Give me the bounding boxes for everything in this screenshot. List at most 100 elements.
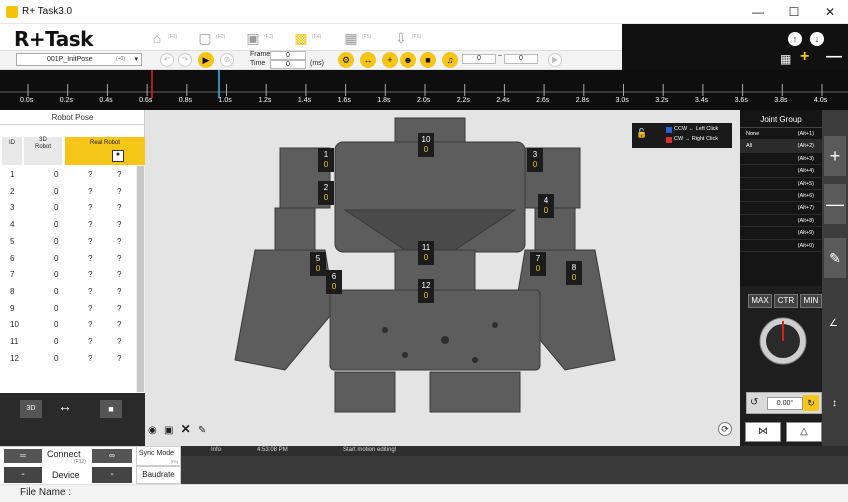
stop-button[interactable]: ⊘ — [220, 53, 234, 67]
device-label[interactable]: Device — [52, 470, 80, 480]
home-icon[interactable]: ⌂ — [148, 29, 166, 47]
cross-icon[interactable]: ✕ — [181, 422, 191, 436]
3d-viewport[interactable] — [145, 110, 740, 446]
joint-group-row[interactable]: (Alt+7) — [740, 202, 822, 215]
joint-label[interactable]: 60 — [326, 270, 342, 294]
maximize-button[interactable]: ☐ — [776, 0, 812, 24]
joint-group-row[interactable]: All (Alt+2) — [740, 140, 822, 153]
max-button[interactable]: MAX — [748, 294, 772, 308]
min-button[interactable]: MIN — [800, 294, 822, 308]
pose-row[interactable]: 6 0?? — [0, 251, 136, 268]
timeline[interactable] — [0, 70, 848, 110]
robot-face-icon[interactable]: ☻ — [400, 52, 416, 68]
undo-button[interactable]: ↶ — [160, 53, 174, 67]
angle-dial[interactable] — [758, 316, 808, 366]
cw-step-icon[interactable]: ↻ — [803, 395, 819, 411]
joint-label[interactable]: 10 0 — [418, 133, 434, 157]
pose-row[interactable]: 5 0?? — [0, 234, 136, 251]
plus-icon[interactable]: + — [382, 52, 398, 68]
close-button[interactable]: ✕ — [812, 0, 848, 24]
angle-icon[interactable]: ∠ — [829, 318, 838, 329]
joint-group-row[interactable]: None (Alt+1) — [740, 128, 822, 141]
connect-label[interactable]: Connect — [47, 449, 81, 459]
play-button[interactable]: ▶ — [198, 52, 214, 68]
ctr-button[interactable]: CTR — [774, 294, 798, 308]
joint-group-row[interactable]: (Alt+6) — [740, 190, 822, 203]
joint-label[interactable]: 80 — [566, 261, 582, 285]
reset-view-icon[interactable]: ⟳ — [718, 422, 732, 436]
record-icon[interactable]: ▣ — [244, 29, 262, 47]
joint-label[interactable]: 20 — [318, 181, 334, 205]
mirror-icon[interactable]: ↔ — [360, 52, 376, 68]
pose-row[interactable]: 3 0?? — [0, 200, 136, 217]
sync-mode-button[interactable]: Sync Mode (F5) — [136, 446, 181, 466]
joint-group-shortcut: (Alt+4) — [797, 168, 814, 175]
motion-select[interactable]: 001P_InitPose (+0) ▾ — [16, 53, 142, 66]
camera-icon[interactable]: ◉ — [148, 425, 157, 436]
joint-label[interactable]: 70 — [530, 252, 546, 276]
upload-icon[interactable]: ↑ — [788, 32, 802, 46]
symmetry-button[interactable]: △ — [786, 422, 822, 442]
ccw-step-icon[interactable]: ↺ — [750, 397, 758, 408]
joint-group-row[interactable]: (Alt+3) — [740, 153, 822, 166]
film-icon[interactable]: ▩ — [292, 29, 310, 47]
joint-label[interactable]: 40 — [538, 194, 554, 218]
header-real-robot[interactable]: Real Robot — [65, 137, 145, 165]
joint-group-row[interactable]: (Alt+4) — [740, 165, 822, 178]
play-range-button[interactable]: ▶ — [548, 53, 562, 67]
connect-plug-icon[interactable]: ═ — [4, 449, 42, 463]
link-icon[interactable]: ∞ — [92, 449, 132, 463]
robot-icon[interactable]: ■ — [420, 52, 436, 68]
pose-row[interactable]: 7 0?? — [0, 267, 136, 284]
remove-group-button[interactable]: — — [824, 184, 846, 224]
redo-button[interactable]: ↷ — [178, 53, 192, 67]
pose-row[interactable]: 9 0?? — [0, 301, 136, 318]
page-field-a[interactable]: 0 — [462, 54, 496, 64]
download-circle-icon[interactable]: ↓ — [810, 32, 824, 46]
time-field[interactable]: 0 — [270, 60, 306, 69]
add-icon[interactable]: + — [800, 48, 809, 66]
calendar-icon[interactable]: ▦ — [780, 52, 791, 66]
joint-label[interactable]: 12 0 — [418, 279, 434, 303]
pose-row[interactable]: 1 0?? — [0, 167, 136, 184]
pose-row[interactable]: 8 0?? — [0, 284, 136, 301]
pose-row[interactable]: 12 0?? — [0, 351, 136, 368]
page-field-b[interactable]: 0 — [504, 54, 538, 64]
joint-label[interactable]: 10 — [318, 148, 334, 172]
3d-robot-button[interactable]: 3D — [20, 400, 42, 418]
remove-icon[interactable]: — — [826, 48, 842, 66]
joint-group-row[interactable]: (Alt+9) — [740, 227, 822, 240]
pose-row[interactable]: 10 0?? — [0, 317, 136, 334]
pencil-icon[interactable]: ✎ — [198, 425, 206, 436]
angle-field[interactable]: 0.00° — [767, 397, 803, 410]
pose-row[interactable]: 4 0?? — [0, 217, 136, 234]
pose-scrollbar-thumb[interactable] — [137, 166, 144, 392]
baudrate-button[interactable]: Baudrate — [136, 466, 181, 484]
add-group-button[interactable]: + — [824, 136, 846, 176]
download-icon[interactable]: ⇩ — [392, 29, 410, 47]
joint-group-row[interactable]: (Alt+8) — [740, 215, 822, 228]
sync-arrow-icon[interactable]: ↔ — [58, 398, 72, 414]
joint-group-row[interactable]: (Alt+5) — [740, 178, 822, 190]
music-note-icon[interactable]: ♫ — [442, 52, 458, 68]
joint-group-row[interactable]: (Alt+0) — [740, 240, 822, 252]
joint-label[interactable]: 11 0 — [418, 241, 434, 265]
frame-field[interactable]: 0 — [270, 51, 306, 60]
angle-stepper[interactable]: ↺ 0.00° ↻ — [746, 392, 822, 414]
motion-select-value: 001P_InitPose — [47, 56, 93, 63]
clapper-icon[interactable]: ▦ — [342, 29, 360, 47]
real-robot-button[interactable]: ■ — [100, 400, 122, 418]
edit-group-button[interactable]: ✎ — [824, 238, 846, 278]
joint-label[interactable]: 50 — [310, 252, 326, 276]
pose-row[interactable]: 2 0?? — [0, 184, 136, 201]
motion-icon[interactable]: ▢ — [196, 29, 214, 47]
joint-label[interactable]: 30 — [527, 148, 543, 172]
mirror-pose-button[interactable]: ⋈ — [745, 422, 781, 442]
lock-icon[interactable]: 🔓 — [636, 128, 647, 139]
minimize-button[interactable]: — — [740, 0, 776, 24]
cube-icon[interactable]: ▣ — [164, 425, 173, 436]
pose-row[interactable]: 11 0?? — [0, 334, 136, 351]
settings-gear-icon[interactable]: ⚙ — [338, 52, 354, 68]
vertical-arrow-icon[interactable]: ↕ — [832, 398, 837, 409]
torque-icon[interactable]: ● — [112, 150, 124, 162]
